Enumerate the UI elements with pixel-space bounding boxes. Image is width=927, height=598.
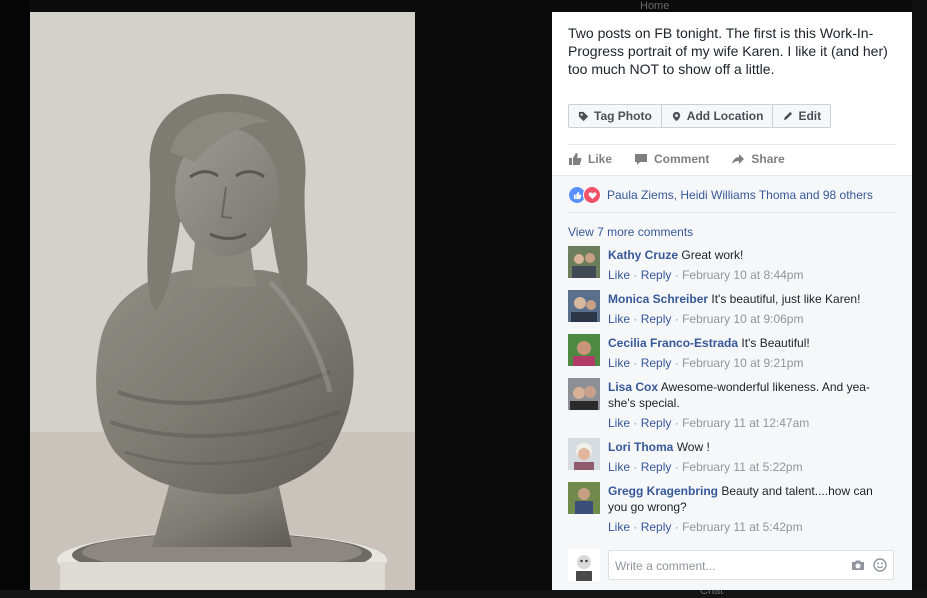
comment-author[interactable]: Monica Schreiber: [608, 292, 708, 306]
comment-author[interactable]: Cecilia Franco-Estrada: [608, 336, 738, 350]
edit-label: Edit: [798, 109, 822, 123]
add-location-label: Add Location: [686, 109, 764, 123]
share-arrow-icon: [732, 154, 745, 164]
comment-reply-link[interactable]: Reply: [641, 416, 672, 430]
comment-author[interactable]: Lisa Cox: [608, 380, 658, 394]
post-caption: Two posts on FB tonight. The first is th…: [568, 25, 888, 77]
meta-separator: ·: [633, 312, 638, 326]
meta-separator: ·: [674, 460, 679, 474]
comment-timestamp[interactable]: February 10 at 9:06pm: [682, 312, 803, 326]
like-button[interactable]: Like: [568, 152, 612, 166]
divider: [568, 212, 896, 213]
edit-button[interactable]: Edit: [773, 105, 830, 127]
sculpture-bust-image: [30, 12, 415, 590]
comment-like-link[interactable]: Like: [608, 416, 630, 430]
avatar[interactable]: [568, 334, 600, 366]
avatar[interactable]: [568, 438, 600, 470]
comment-like-link[interactable]: Like: [608, 268, 630, 282]
comment-like-link[interactable]: Like: [608, 356, 630, 370]
reaction-icons: [568, 186, 601, 204]
comment-text: Great work!: [681, 248, 744, 262]
meta-separator: ·: [674, 312, 679, 326]
reactions-summary[interactable]: Paula Ziems, Heidi Williams Thoma and 98…: [568, 186, 873, 204]
comments-section: Paula Ziems, Heidi Williams Thoma and 98…: [552, 175, 912, 590]
comment-button[interactable]: Comment: [634, 152, 709, 166]
share-button[interactable]: Share: [731, 152, 785, 166]
post-photo[interactable]: [30, 12, 415, 590]
meta-separator: ·: [633, 356, 638, 370]
current-user-avatar[interactable]: [568, 549, 600, 581]
comment-reply-link[interactable]: Reply: [641, 268, 672, 282]
comment-label: Comment: [654, 152, 710, 166]
comment-like-link[interactable]: Like: [608, 520, 630, 534]
comment-timestamp[interactable]: February 11 at 5:42pm: [682, 520, 803, 534]
background-nav-hint: Home: [640, 0, 670, 12]
avatar[interactable]: [568, 290, 600, 322]
comment-text: It's beautiful, just like Karen!: [711, 292, 861, 306]
meta-separator: ·: [633, 268, 638, 282]
reactions-text: Paula Ziems, Heidi Williams Thoma and 98…: [607, 188, 873, 202]
post-actions: Like Comment Share: [568, 152, 785, 166]
photo-actions-bar: Tag Photo Add Location Edit: [568, 104, 832, 128]
share-label: Share: [751, 152, 785, 166]
meta-separator: ·: [674, 520, 679, 534]
comment-composer[interactable]: [608, 550, 894, 580]
avatar[interactable]: [568, 246, 600, 278]
thumbs-up-icon: [569, 153, 582, 165]
avatar[interactable]: [568, 378, 600, 410]
backdrop-left: [0, 0, 30, 598]
comment-timestamp[interactable]: February 10 at 9:21pm: [682, 356, 803, 370]
tag-photo-label: Tag Photo: [594, 109, 652, 123]
view-more-comments-link[interactable]: View 7 more comments: [568, 225, 693, 239]
comment-input[interactable]: [613, 556, 847, 576]
add-location-button[interactable]: Add Location: [662, 105, 774, 127]
comment-text: It's Beautiful!: [741, 336, 810, 350]
comment-like-link[interactable]: Like: [608, 312, 630, 326]
comment-timestamp[interactable]: February 10 at 8:44pm: [682, 268, 803, 282]
avatar[interactable]: [568, 482, 600, 514]
love-icon: [583, 186, 601, 204]
meta-separator: ·: [674, 416, 679, 430]
comment-author[interactable]: Lori Thoma: [608, 440, 673, 454]
pencil-icon: [784, 111, 793, 120]
comment-reply-link[interactable]: Reply: [641, 356, 672, 370]
meta-separator: ·: [633, 520, 638, 534]
comment-like-link[interactable]: Like: [608, 460, 630, 474]
meta-separator: ·: [674, 356, 679, 370]
meta-separator: ·: [633, 460, 638, 474]
emoji-icon[interactable]: [873, 558, 887, 572]
camera-icon[interactable]: [851, 558, 865, 572]
comment-reply-link[interactable]: Reply: [641, 460, 672, 474]
comment-author[interactable]: Kathy Cruze: [608, 248, 678, 262]
comment-reply-link[interactable]: Reply: [641, 312, 672, 326]
backdrop-bottom: [0, 590, 927, 598]
meta-separator: ·: [633, 416, 638, 430]
location-pin-icon: [672, 111, 680, 121]
backdrop-right: [912, 0, 927, 598]
divider: [568, 144, 896, 145]
comment-timestamp[interactable]: February 11 at 5:22pm: [682, 460, 803, 474]
comment-timestamp[interactable]: February 11 at 12:47am: [682, 416, 809, 430]
tag-photo-button[interactable]: Tag Photo: [569, 105, 662, 127]
comment-author[interactable]: Gregg Kragenbring: [608, 484, 718, 498]
like-label: Like: [588, 152, 613, 166]
comment-reply-link[interactable]: Reply: [641, 520, 672, 534]
tag-icon: [578, 111, 589, 121]
meta-separator: ·: [674, 268, 679, 282]
comment-bubble-icon: [635, 154, 648, 165]
post-sidebar: Two posts on FB tonight. The first is th…: [552, 12, 912, 590]
comment-text: Wow !: [676, 440, 710, 454]
